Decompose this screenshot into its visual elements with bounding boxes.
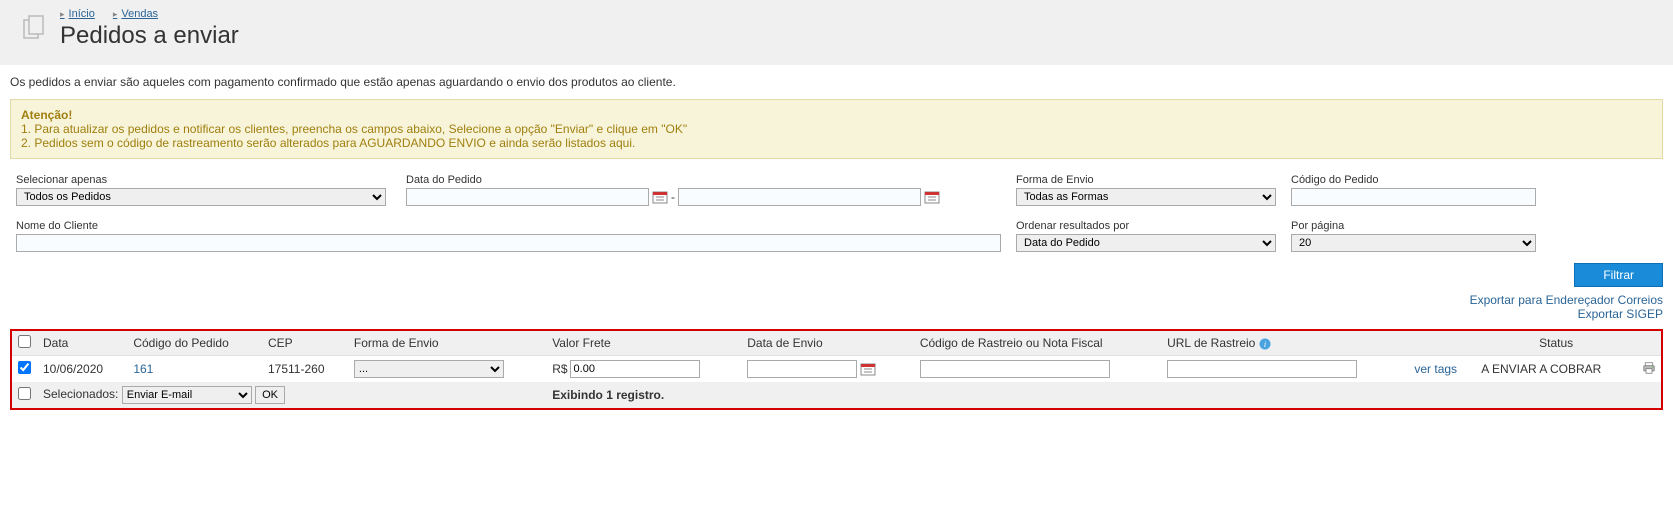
row-checkbox[interactable] <box>18 361 31 374</box>
filter-label-per-page: Por página <box>1291 220 1539 232</box>
ship-date-input[interactable] <box>747 360 857 378</box>
table-row: 10/06/2020 161 17511-260 ... R$ <box>12 356 1661 383</box>
tracking-code-input[interactable] <box>920 360 1110 378</box>
freight-value-input[interactable] <box>570 360 700 378</box>
per-page-dropdown[interactable]: 20 <box>1291 234 1536 252</box>
filter-label-select-only: Selecionar apenas <box>16 174 394 186</box>
order-link[interactable]: 161 <box>133 362 153 376</box>
info-icon[interactable]: i <box>1259 338 1271 350</box>
alert-line: 1. Para atualizar os pedidos e notificar… <box>21 122 687 136</box>
sort-dropdown[interactable]: Data do Pedido <box>1016 234 1276 252</box>
col-ship-date: Data de Envio <box>741 331 914 356</box>
footer-checkbox[interactable] <box>18 387 31 400</box>
select-only-dropdown[interactable]: Todos os Pedidos <box>16 188 386 206</box>
pages-icon <box>20 14 48 42</box>
row-shipping-method-dropdown[interactable]: ... <box>354 360 504 378</box>
breadcrumb-home[interactable]: Início <box>60 8 95 20</box>
select-all-checkbox[interactable] <box>18 335 31 348</box>
cell-cep: 17511-260 <box>262 356 348 383</box>
table-footer-row: Selecionados: Enviar E-mail OK Exibindo … <box>12 382 1661 408</box>
print-icon[interactable] <box>1643 363 1655 377</box>
filter-button[interactable]: Filtrar <box>1574 263 1663 287</box>
order-date-to-input[interactable] <box>678 188 921 206</box>
bulk-action-dropdown[interactable]: Enviar E-mail <box>122 386 252 404</box>
col-tracking-url: URL de Rastreio i <box>1161 331 1408 356</box>
filter-label-customer-name: Nome do Cliente <box>16 220 1004 232</box>
filter-label-shipping-method: Forma de Envio <box>1016 174 1279 186</box>
cell-date: 10/06/2020 <box>37 356 127 383</box>
col-order-code: Código do Pedido <box>127 331 262 356</box>
selected-label: Selecionados: <box>43 387 118 401</box>
export-correios-link[interactable]: Exportar para Endereçador Correios <box>10 293 1663 307</box>
page-header: Início Vendas Pedidos a enviar <box>0 0 1673 65</box>
records-summary: Exibindo 1 registro. <box>546 382 1661 408</box>
col-shipping-method: Forma de Envio <box>348 331 546 356</box>
customer-name-input[interactable] <box>16 234 1001 252</box>
orders-table-wrapper: Data Código do Pedido CEP Forma de Envio… <box>10 329 1663 410</box>
ok-button[interactable]: OK <box>255 386 285 404</box>
filter-label-sort: Ordenar resultados por <box>1016 220 1279 232</box>
svg-text:i: i <box>1264 340 1266 349</box>
col-freight-value: Valor Frete <box>546 331 741 356</box>
page-title: Pedidos a enviar <box>60 22 1653 50</box>
col-tracking: Código de Rastreio ou Nota Fiscal <box>914 331 1161 356</box>
col-date: Data <box>37 331 127 356</box>
alert-box: Atenção! 1. Para atualizar os pedidos e … <box>10 99 1663 159</box>
ver-tags-link[interactable]: ver tags <box>1414 362 1457 376</box>
order-date-from-input[interactable] <box>406 188 649 206</box>
export-sigep-link[interactable]: Exportar SIGEP <box>10 307 1663 321</box>
tracking-url-input[interactable] <box>1167 360 1357 378</box>
calendar-icon[interactable] <box>860 362 876 376</box>
breadcrumb-sales[interactable]: Vendas <box>113 8 158 20</box>
filter-label-order-date: Data do Pedido <box>406 174 1004 186</box>
filters-panel: Selecionar apenas Todos os Pedidos Data … <box>10 171 1663 255</box>
date-separator: - <box>671 190 675 204</box>
cell-status: A ENVIAR A COBRAR <box>1475 356 1637 383</box>
breadcrumb: Início Vendas <box>60 8 1653 20</box>
alert-title: Atenção! <box>21 108 1652 122</box>
currency-label: R$ <box>552 362 567 376</box>
calendar-icon[interactable] <box>924 190 940 204</box>
shipping-method-dropdown[interactable]: Todas as Formas <box>1016 188 1276 206</box>
order-code-input[interactable] <box>1291 188 1536 206</box>
page-description: Os pedidos a enviar são aqueles com paga… <box>10 75 1663 89</box>
col-cep: CEP <box>262 331 348 356</box>
col-status: Status <box>1475 331 1637 356</box>
filter-label-order-code: Código do Pedido <box>1291 174 1539 186</box>
alert-line: 2. Pedidos sem o código de rastreamento … <box>21 136 635 150</box>
calendar-icon[interactable] <box>652 190 668 204</box>
orders-table: Data Código do Pedido CEP Forma de Envio… <box>12 331 1661 408</box>
